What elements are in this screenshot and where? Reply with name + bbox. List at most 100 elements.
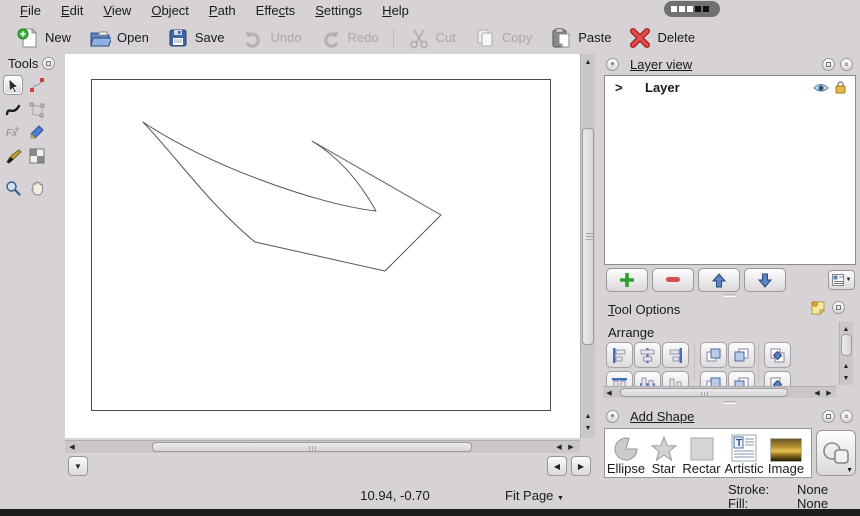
previous-page-button[interactable] (547, 456, 567, 476)
layer-row[interactable]: > Layer (605, 78, 855, 98)
menu-settings[interactable]: Settings (305, 1, 372, 21)
page-list-button[interactable] (68, 456, 88, 476)
calligraphy-brush-tool[interactable] (3, 146, 23, 166)
add-shape-float-button[interactable] (822, 410, 835, 423)
effects-fx-tool[interactable]: Fx (3, 122, 23, 142)
layer-panel-close-button[interactable]: × (840, 58, 853, 71)
align-left-button[interactable] (606, 342, 633, 368)
ungroup-shapes-button[interactable] (764, 371, 791, 386)
zoom-mode-select[interactable]: Fit Page (505, 488, 564, 503)
canvas-hscrollbar-thumb[interactable] (152, 442, 472, 452)
add-shape-close-button[interactable]: × (840, 410, 853, 423)
undo-button[interactable]: Undo (233, 24, 310, 52)
align-bottom-button[interactable] (662, 371, 689, 386)
save-button[interactable]: Save (158, 24, 234, 52)
scroll-right-icon[interactable] (565, 441, 577, 453)
lower-layer-button[interactable] (744, 268, 786, 292)
raise-layer-button[interactable] (698, 268, 740, 292)
eye-visible-icon[interactable] (813, 82, 829, 94)
menu-view[interactable]: View (93, 1, 141, 21)
group-shapes-button[interactable] (764, 342, 791, 368)
scroll-down-icon[interactable] (582, 422, 594, 434)
scroll-left-icon[interactable] (66, 441, 78, 453)
chevron-down-icon (557, 495, 564, 502)
tools-float-button[interactable] (42, 57, 55, 70)
tool-options-vscrollbar[interactable] (839, 322, 853, 385)
swoosh-shape-path[interactable] (142, 121, 442, 272)
delete-button[interactable]: Delete (620, 24, 704, 52)
align-top-button[interactable] (606, 371, 633, 386)
tool-options-hscroll-thumb[interactable] (620, 388, 788, 397)
stroke-value[interactable]: None (797, 482, 828, 497)
layer-expander[interactable]: > (615, 80, 623, 95)
menu-edit[interactable]: Edit (51, 1, 93, 21)
scroll-left-icon[interactable] (603, 387, 615, 399)
menu-effects[interactable]: Effects (246, 1, 306, 21)
scroll-up-icon[interactable] (582, 56, 594, 68)
raise-shape-icon (706, 348, 721, 361)
scroll-up-icon[interactable] (840, 360, 852, 372)
redo-button[interactable]: Redo (311, 24, 388, 52)
layer-view-mode-button[interactable] (828, 270, 855, 290)
shape-item-image[interactable]: Image (765, 429, 807, 477)
shape-handles-tool[interactable] (27, 100, 47, 120)
scroll-left-icon[interactable] (811, 387, 823, 399)
remove-layer-button[interactable] (652, 268, 694, 292)
scroll-down-icon[interactable] (840, 372, 852, 384)
cut-button[interactable]: Cut (399, 24, 465, 52)
canvas-hscrollbar[interactable] (65, 440, 580, 453)
shape-item-rectangle[interactable]: Rectar (680, 429, 723, 477)
paste-button[interactable]: Paste (541, 24, 620, 52)
menu-object[interactable]: Object (141, 1, 199, 21)
shape-item-artistic-text[interactable]: T Artistic (723, 429, 765, 477)
scroll-left-icon[interactable] (553, 441, 565, 453)
new-button[interactable]: New (8, 24, 80, 52)
pan-hand-tool[interactable] (27, 178, 47, 198)
node-edit-tool[interactable] (27, 75, 47, 95)
shape-item-star[interactable]: Star (647, 429, 680, 477)
lower-shape-button[interactable] (728, 342, 755, 368)
cursor-coordinates: 10.94, -0.70 (360, 488, 430, 503)
tool-options-hscrollbar[interactable] (603, 386, 836, 398)
add-shape-collapse-button[interactable] (606, 410, 619, 423)
tool-options-vscroll-thumb[interactable] (841, 334, 852, 356)
layer-panel-float-button[interactable] (822, 58, 835, 71)
open-button[interactable]: Open (80, 24, 158, 52)
select-arrow-tool[interactable] (3, 75, 23, 95)
copy-pages-icon (477, 29, 493, 46)
send-back-button[interactable] (728, 371, 755, 386)
pencil-tool[interactable] (27, 122, 47, 142)
menu-help[interactable]: Help (372, 1, 419, 21)
image-shape-icon (770, 438, 802, 462)
canvas-vscrollbar[interactable] (580, 54, 595, 438)
next-page-button[interactable] (571, 456, 591, 476)
bring-front-button[interactable] (700, 371, 727, 386)
menu-path[interactable]: Path (199, 1, 246, 21)
copy-button[interactable]: Copy (465, 24, 541, 52)
shape-item-ellipse[interactable]: Ellipse (605, 429, 647, 477)
layer-panel-collapse-button[interactable] (606, 58, 619, 71)
curve-tool[interactable] (3, 100, 23, 120)
canvas-vscrollbar-thumb[interactable] (582, 128, 594, 345)
curve-icon (5, 104, 21, 116)
zoom-tool[interactable] (3, 178, 23, 198)
shape-collection-button[interactable] (816, 430, 856, 476)
layer-name[interactable]: Layer (645, 80, 680, 95)
scroll-up-icon[interactable] (582, 410, 594, 422)
main-toolbar: New Open Save Undo Redo Cut Copy Paste D… (0, 21, 860, 54)
add-layer-button[interactable] (606, 268, 648, 292)
docker-splitter[interactable] (724, 294, 736, 297)
canvas-viewport[interactable] (65, 54, 580, 438)
menu-file[interactable]: File (10, 1, 51, 21)
pattern-tool[interactable] (27, 146, 47, 166)
align-middle-button[interactable] (634, 371, 661, 386)
align-center-button[interactable] (634, 342, 661, 368)
scroll-right-icon[interactable] (823, 387, 835, 399)
align-right-button[interactable] (662, 342, 689, 368)
raise-shape-button[interactable] (700, 342, 727, 368)
list-view-icon (831, 274, 844, 286)
lock-icon[interactable] (835, 81, 846, 94)
tool-options-float-button[interactable] (832, 301, 845, 314)
sticky-note-icon[interactable] (810, 300, 826, 316)
docker-splitter[interactable] (724, 401, 736, 404)
